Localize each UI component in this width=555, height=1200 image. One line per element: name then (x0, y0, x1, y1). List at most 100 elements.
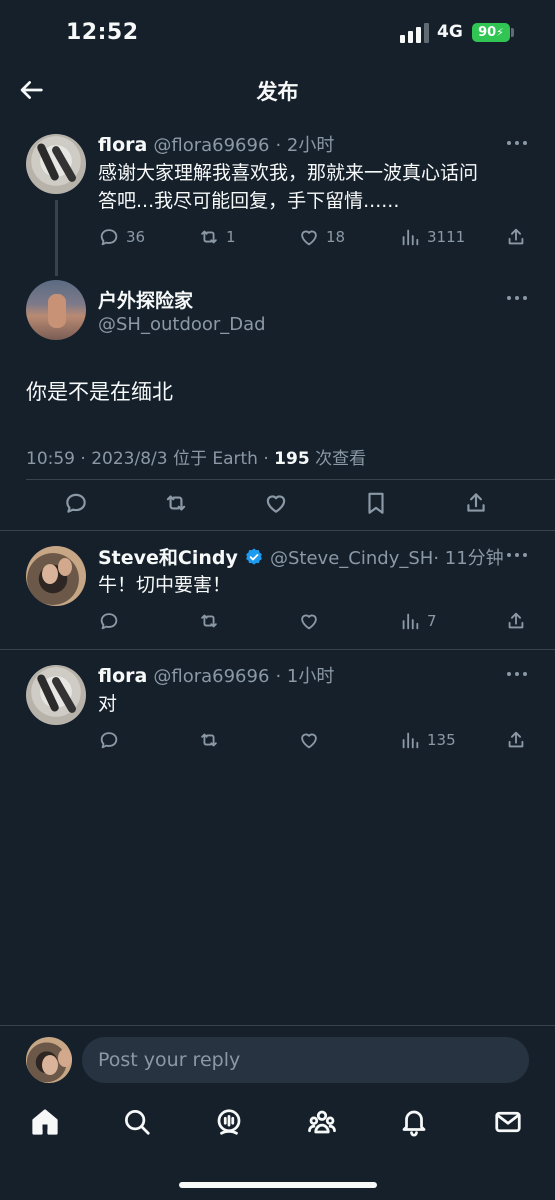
user-name[interactable]: Steve和Cindy (98, 547, 238, 569)
nav-home[interactable] (30, 1107, 60, 1137)
main-user-handle-row: @SH_outdoor_Dad (98, 313, 266, 335)
nav-messages[interactable] (493, 1107, 523, 1137)
views-button[interactable]: 135 (399, 728, 456, 752)
like-button[interactable] (298, 728, 320, 752)
retweet-icon (163, 490, 189, 516)
nav-spaces[interactable] (214, 1107, 244, 1137)
reply-button[interactable] (98, 609, 120, 633)
speech-bubble-icon (98, 729, 120, 751)
avatar[interactable] (26, 665, 86, 725)
speech-bubble-icon (98, 610, 120, 632)
views-button[interactable]: 3111 (399, 225, 465, 249)
search-icon (125, 1110, 150, 1135)
signal-icon (400, 23, 429, 43)
share-button[interactable] (463, 489, 489, 517)
status-time: 12:52 (66, 20, 139, 45)
messages-icon (495, 1111, 521, 1133)
main-tweet-actions (0, 489, 555, 517)
retweet-button[interactable] (163, 489, 189, 517)
share-button[interactable] (505, 728, 527, 752)
heart-icon (298, 610, 320, 632)
more-dots-icon[interactable] (507, 141, 527, 147)
tweet-header: flora @flora69696 · 1小时 (98, 662, 334, 688)
reply-count: 36 (126, 228, 146, 246)
tweet-header: flora @flora69696 · 2小时 (98, 131, 334, 157)
more-dots-icon[interactable] (507, 553, 527, 559)
reply-button[interactable] (63, 489, 89, 517)
user-handle[interactable]: @flora69696 (153, 135, 269, 156)
retweet-icon (198, 226, 220, 248)
divider (26, 479, 555, 480)
communities-icon (308, 1110, 336, 1134)
like-button[interactable]: 18 (298, 225, 345, 249)
nav-search[interactable] (122, 1107, 152, 1137)
retweet-button[interactable]: 1 (198, 225, 236, 249)
retweet-icon (198, 729, 220, 751)
tweet-timestamp: 10:59 · 2023/8/3 位于 Earth · (26, 449, 275, 469)
avatar[interactable] (26, 134, 86, 194)
heart-icon (298, 729, 320, 751)
views-button[interactable]: 7 (399, 609, 437, 633)
battery-level: 90 (478, 25, 497, 40)
retweet-button[interactable] (198, 609, 220, 633)
reply-bar (0, 1025, 555, 1095)
tweet-text: 感谢大家理解我喜欢我，那就来一波真心话问 答吧...我尽可能回复，手下留情...… (98, 159, 478, 215)
share-icon (505, 610, 527, 632)
tweet-time: · 11分钟 (433, 548, 504, 569)
tweet-text-line-1: 感谢大家理解我喜欢我，那就来一波真心话问 (98, 162, 479, 184)
nav-communities[interactable] (307, 1107, 337, 1137)
tweet-actions: 36 1 18 3111 (98, 225, 528, 249)
share-icon (505, 729, 527, 751)
like-button[interactable] (298, 609, 320, 633)
main-user-name-row: 户外探险家 (98, 286, 193, 313)
reply-button[interactable]: 36 (98, 225, 145, 249)
user-name[interactable]: 户外探险家 (98, 290, 193, 312)
network-label: 4G (437, 22, 463, 42)
avatar[interactable] (26, 546, 86, 606)
tweet-text: 牛！切中要害！ (98, 574, 232, 596)
home-icon (32, 1109, 58, 1135)
bar-chart-icon (399, 729, 421, 751)
views-count: 7 (427, 612, 437, 630)
share-icon (463, 490, 489, 516)
reply-button[interactable] (98, 728, 120, 752)
speech-bubble-icon (98, 226, 120, 248)
views-label: 次查看 (309, 449, 367, 469)
views-count: 3111 (427, 228, 466, 246)
bar-chart-icon (399, 226, 421, 248)
tweet-actions: 135 (98, 728, 528, 752)
nav-notifications[interactable] (399, 1107, 429, 1137)
retweet-button[interactable] (198, 728, 220, 752)
retweet-icon (198, 610, 220, 632)
user-name[interactable]: flora (98, 665, 147, 687)
user-handle[interactable]: @Steve_Cindy_SH (270, 548, 433, 569)
page-title: 发布 (256, 80, 299, 104)
share-icon (505, 226, 527, 248)
bookmark-button[interactable] (363, 489, 389, 517)
heart-icon (263, 490, 289, 516)
reply-input[interactable] (82, 1037, 529, 1083)
bookmark-icon (363, 490, 389, 516)
tweet-time: · 1小时 (275, 666, 335, 687)
divider (0, 530, 555, 531)
spaces-icon (217, 1109, 241, 1135)
avatar[interactable] (26, 280, 86, 340)
user-handle[interactable]: @SH_outdoor_Dad (98, 314, 266, 335)
share-button[interactable] (505, 609, 527, 633)
heart-icon (298, 226, 320, 248)
tweet-meta: 10:59 · 2023/8/3 位于 Earth · 195 次查看 (26, 444, 366, 469)
like-button[interactable] (263, 489, 289, 517)
header: 发布 (0, 64, 555, 116)
user-handle[interactable]: @flora69696 (153, 666, 269, 687)
tweet-time: · 2小时 (275, 135, 335, 156)
bar-chart-icon (399, 610, 421, 632)
tweet-header: Steve和Cindy @Steve_Cindy_SH· 11分钟 (98, 543, 504, 570)
avatar[interactable] (26, 1037, 72, 1083)
more-dots-icon[interactable] (507, 672, 527, 678)
share-button[interactable] (505, 225, 527, 249)
user-name[interactable]: flora (98, 134, 147, 156)
battery-icon: 90 ⚡ (472, 23, 510, 42)
tweet-actions: 7 (98, 609, 528, 633)
more-dots-icon[interactable] (507, 296, 527, 302)
retweet-count: 1 (226, 228, 236, 246)
